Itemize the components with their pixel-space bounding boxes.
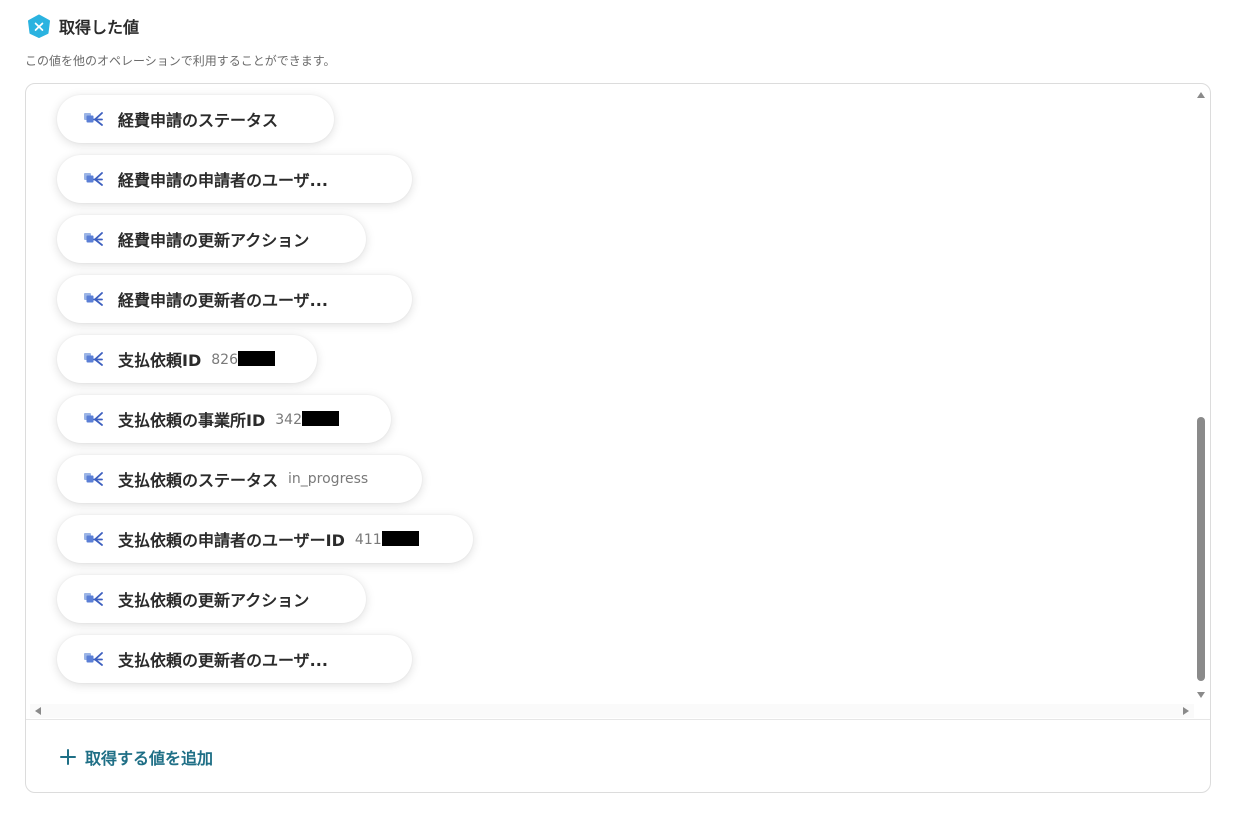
app-link-icon [84,592,103,606]
app-link-icon [84,292,103,306]
value-item-label: 支払依頼の更新アクション [118,591,310,610]
value-item-label: 支払依頼の更新者のユーザ... [118,651,328,670]
value-item-label: 支払依頼の事業所ID [118,411,266,430]
section-header: 取得した値 [27,13,139,39]
value-item-label: 経費申請の更新アクション [118,231,310,250]
redaction-block [237,350,275,366]
value-item-label: 支払依頼のステータス [118,471,279,490]
yoom-hexagon-icon [28,14,50,38]
horizontal-scrollbar[interactable] [30,704,1194,718]
app-link-icon [84,652,103,666]
values-panel: 経費申請のステータス 経費申請の申請者のユーザ... 経費申請の更新アクション [25,83,1211,793]
scroll-left-arrow-icon[interactable] [35,707,41,715]
value-item[interactable]: 支払依頼ID 826 [57,335,317,383]
value-item[interactable]: 支払依頼の更新アクション [57,575,366,623]
app-link-icon [84,532,103,546]
section-title: 取得した値 [59,18,140,37]
value-item[interactable]: 支払依頼の事業所ID 342 [57,395,391,443]
value-item[interactable]: 経費申請の更新アクション [57,215,366,263]
app-link-icon [84,112,103,126]
value-item[interactable]: 支払依頼の更新者のユーザ... [57,635,412,683]
app-link-icon [84,412,103,426]
vertical-scrollbar[interactable] [1194,88,1208,702]
app-link-icon [84,232,103,246]
value-item-label: 支払依頼の申請者のユーザーID [118,531,345,550]
value-item-preview: 342 [275,410,339,428]
redaction-block [301,410,339,426]
value-item-label: 経費申請のステータス [118,111,279,130]
value-item-preview: 411 [355,530,419,548]
add-value-button-label: 取得する値を追加 [85,749,214,768]
value-item[interactable]: 支払依頼のステータス in_progress [57,455,422,503]
scroll-down-arrow-icon[interactable] [1197,692,1205,698]
value-item-label: 経費申請の更新者のユーザ... [118,291,328,310]
app-link-icon [84,472,103,486]
scroll-right-arrow-icon[interactable] [1183,707,1189,715]
plus-icon [60,749,76,765]
value-item-label: 経費申請の申請者のユーザ... [118,171,328,190]
value-item-label: 支払依頼ID [118,351,202,370]
section-description: この値を他のオペレーションで利用することができます。 [25,54,336,68]
panel-divider [26,719,1210,720]
value-item[interactable]: 経費申請のステータス [57,95,334,143]
add-value-button[interactable]: 取得する値を追加 [60,742,213,772]
value-item[interactable]: 経費申請の更新者のユーザ... [57,275,412,323]
value-item[interactable]: 支払依頼の申請者のユーザーID 411 [57,515,473,563]
redaction-block [381,530,419,546]
scroll-up-arrow-icon[interactable] [1197,92,1205,98]
vertical-scroll-thumb[interactable] [1197,417,1205,681]
app-link-icon [84,172,103,186]
value-item-preview: in_progress [288,471,369,487]
values-list[interactable]: 経費申請のステータス 経費申請の申請者のユーザ... 経費申請の更新アクション [26,84,1198,704]
value-item[interactable]: 経費申請の申請者のユーザ... [57,155,412,203]
value-item-preview: 826 [211,350,275,368]
app-link-icon [84,352,103,366]
